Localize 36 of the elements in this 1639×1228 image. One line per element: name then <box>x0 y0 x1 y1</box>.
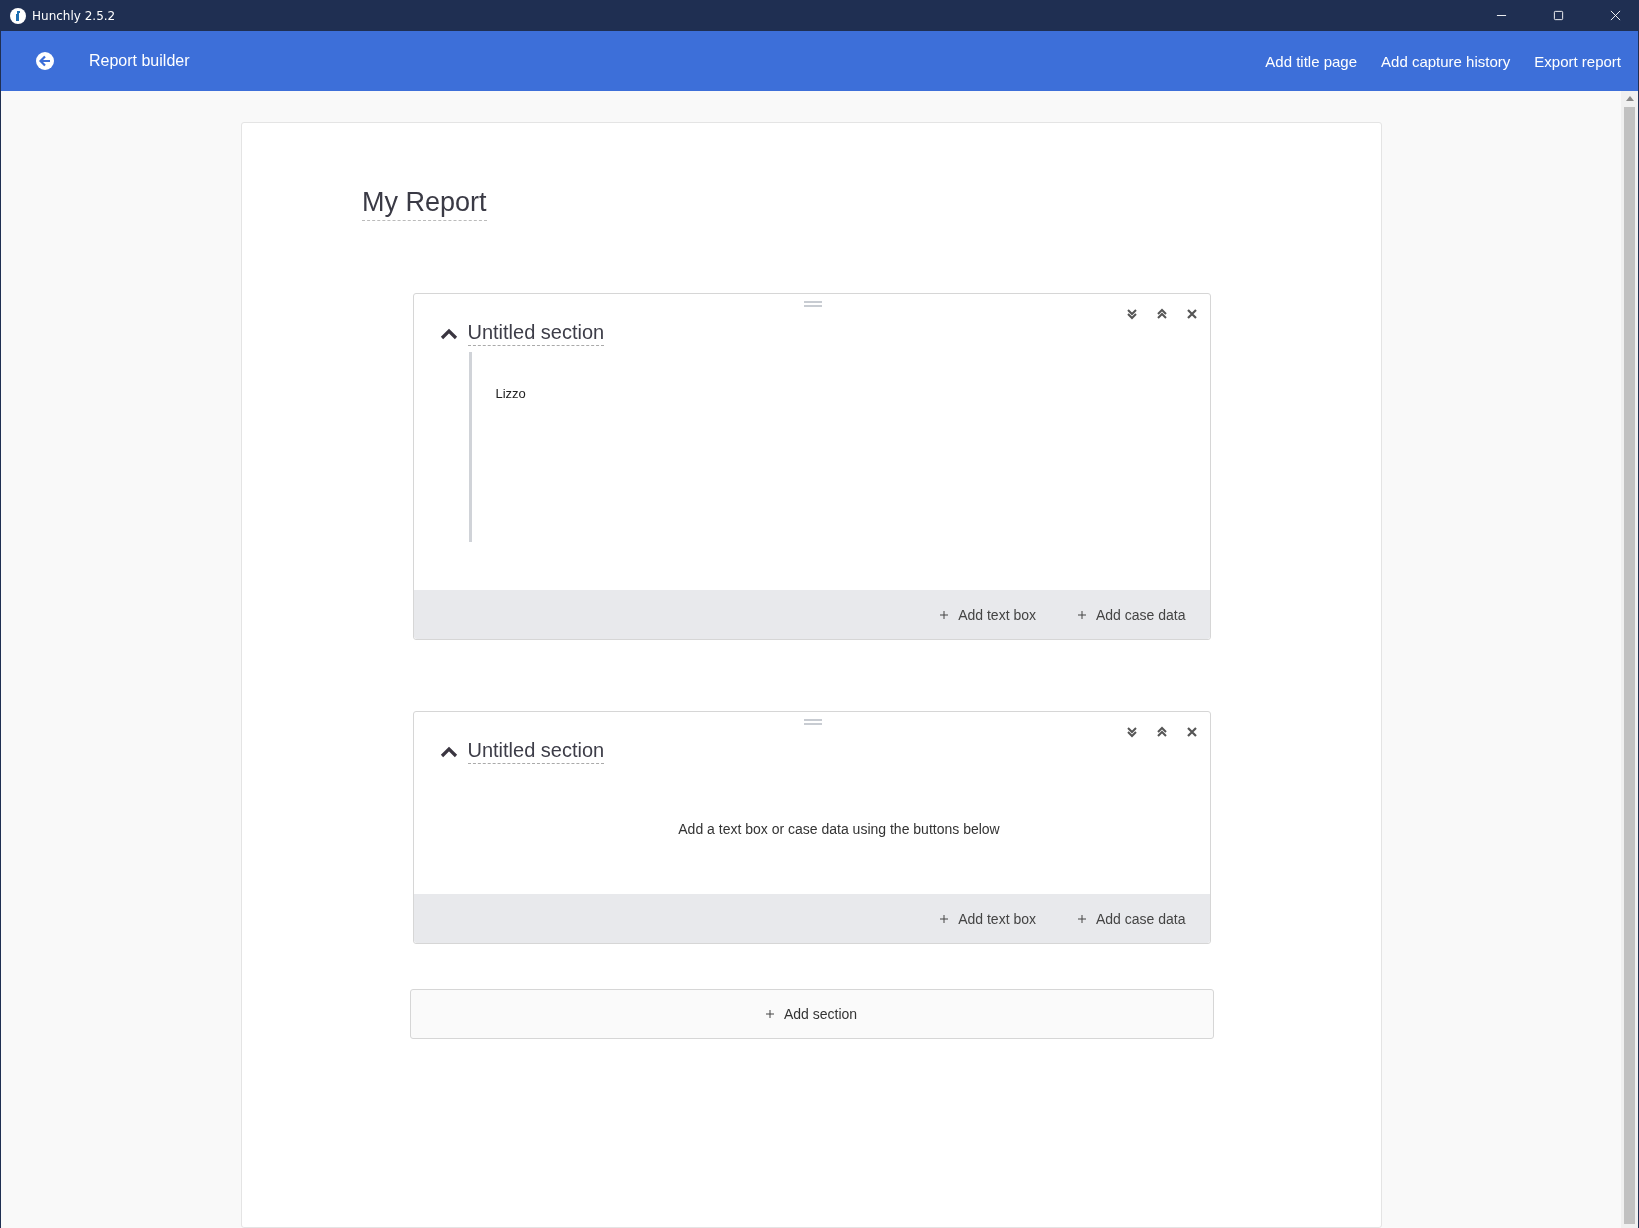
section-title-field[interactable]: Untitled section <box>467 739 605 764</box>
maximize-icon[interactable] <box>1553 10 1564 21</box>
scroll-up-icon[interactable] <box>1625 96 1634 101</box>
plus-icon[interactable] <box>940 914 949 923</box>
plus-icon[interactable] <box>940 610 949 619</box>
chevron-up-icon[interactable] <box>439 327 458 340</box>
scrollbar-thumb[interactable] <box>1624 107 1635 1224</box>
header-link[interactable]: Add capture history <box>1381 52 1511 70</box>
add-section-button[interactable]: Add section <box>409 989 1214 1039</box>
plus-icon[interactable] <box>1078 610 1086 619</box>
text-box[interactable]: Lizzo <box>468 352 1190 542</box>
chevron-up-icon[interactable] <box>439 745 458 758</box>
section-title-field[interactable]: Untitled section <box>467 321 605 346</box>
footer-button[interactable]: Add case data <box>1078 606 1186 623</box>
header-link[interactable]: Export report <box>1534 52 1621 70</box>
double-chevron-down-icon[interactable] <box>1125 308 1138 320</box>
plus-icon[interactable] <box>765 1010 774 1018</box>
window-title: Hunchly 2.5.2 <box>32 8 116 23</box>
close-icon[interactable] <box>1185 308 1198 320</box>
empty-message: Add a text box or case data using the buttons below <box>678 821 1000 837</box>
double-chevron-up-icon[interactable] <box>1155 726 1168 738</box>
double-chevron-down-icon[interactable] <box>1125 726 1138 738</box>
scrollbar[interactable] <box>1621 91 1638 1228</box>
text-box-content: Lizzo <box>495 386 526 401</box>
drag-handle-icon[interactable] <box>803 301 822 307</box>
close-icon[interactable] <box>1185 726 1198 738</box>
header-link[interactable]: Add title page <box>1265 52 1358 70</box>
page-title: Report builder <box>89 52 190 70</box>
double-chevron-up-icon[interactable] <box>1155 308 1168 320</box>
app-logo-icon <box>10 7 26 24</box>
footer-button[interactable]: Add text box <box>940 606 1036 623</box>
plus-icon[interactable] <box>1078 914 1086 923</box>
footer-button[interactable]: Add text box <box>940 910 1036 927</box>
report-title-field[interactable]: My Report <box>362 187 487 221</box>
drag-handle-icon[interactable] <box>803 719 822 725</box>
footer-button[interactable]: Add case data <box>1078 910 1186 927</box>
